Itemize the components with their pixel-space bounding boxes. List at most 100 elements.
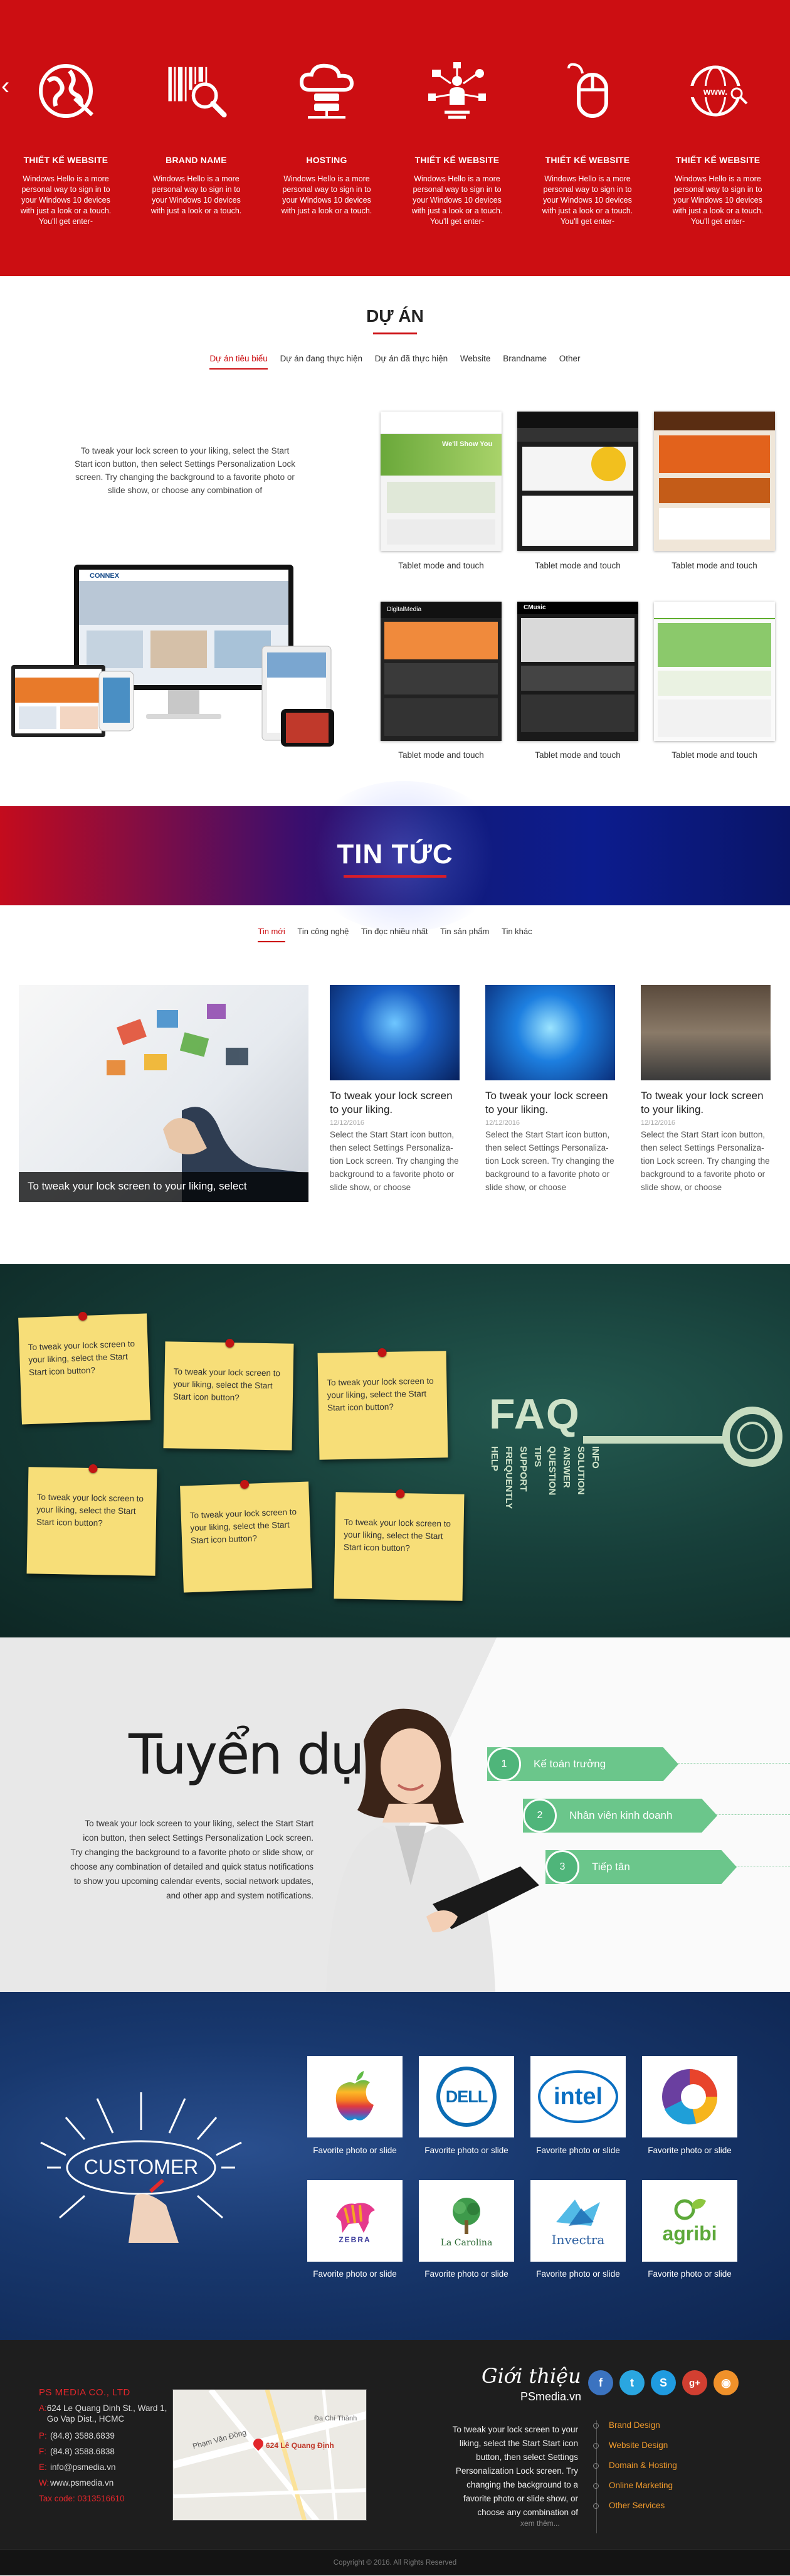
tab-ongoing-projects[interactable]: Dự án đang thực hiện (280, 354, 362, 368)
zebra-logo[interactable]: ZEBRA (307, 2180, 403, 2262)
faq-note[interactable]: To tweak your lock screen to your liking… (163, 1338, 294, 1450)
copyright-text: Copyright © 2016. All Rights Reserved (333, 2559, 457, 2567)
googleplus-icon[interactable]: g+ (682, 2370, 707, 2395)
featured-news-image[interactable]: To tweak your lock screen to your liking… (19, 985, 308, 1202)
project-thumbnail[interactable]: CMusic (517, 602, 638, 741)
invectra-logo[interactable]: Invectra (530, 2180, 626, 2262)
tab-featured-projects[interactable]: Dự án tiêu biểu (209, 354, 268, 370)
dell-wordmark: DELL (436, 2067, 497, 2127)
read-more-link[interactable]: xem thêm... (520, 2519, 560, 2528)
faq-note[interactable]: To tweak your lock screen to your liking… (180, 1479, 312, 1593)
news-card[interactable]: To tweak your lock screen to your liking… (641, 985, 774, 1194)
devices-mockup-image: CONNEX (11, 558, 337, 753)
mouse-icon (556, 60, 619, 122)
twitter-icon[interactable]: t (619, 2370, 645, 2395)
footer-service-link[interactable]: Website Design (593, 2435, 677, 2456)
zebra-wordmark: ZEBRA (339, 2235, 371, 2244)
job-step[interactable]: 1 Kế toán trưởng (487, 1747, 678, 1781)
job-step[interactable]: 2 Nhân viên kinh doanh (523, 1799, 717, 1833)
tab-other[interactable]: Other (559, 354, 581, 368)
service-text: Windows Hello is a more personal way to … (411, 174, 503, 226)
job-step[interactable]: 3 Tiếp tân (545, 1850, 737, 1884)
agribi-logo[interactable]: agribi (642, 2180, 737, 2262)
services-section: ‹ THIẾT KẾ WEBSITE Windows Hello is a mo… (0, 0, 790, 276)
intel-logo[interactable]: intel (530, 2056, 626, 2137)
lacarolina-logo[interactable]: La Carolina (419, 2180, 514, 2262)
footer-service-link[interactable]: Online Marketing (593, 2476, 677, 2496)
news-card[interactable]: To tweak your lock screen to your liking… (485, 985, 618, 1194)
service-text: Windows Hello is a more personal way to … (281, 174, 372, 215)
service-item[interactable]: THIẾT KẾ WEBSITE Windows Hello is a more… (404, 60, 510, 227)
service-item[interactable]: THIẾT KẾ WEBSITE Windows Hello is a more… (13, 60, 119, 227)
faq-note[interactable]: To tweak your lock screen to your liking… (26, 1464, 157, 1576)
www-search-icon: www. (687, 60, 749, 122)
faq-question: To tweak your lock screen to your liking… (189, 1507, 297, 1546)
thumb-headline: CMusic (517, 602, 638, 614)
apple-logo[interactable] (307, 2056, 403, 2137)
news-title[interactable]: To tweak your lock screen to your liking… (641, 1089, 774, 1117)
service-item[interactable]: www. THIẾT KẾ WEBSITE Windows Hello is a… (665, 60, 771, 227)
pin-icon (240, 1479, 249, 1489)
project-thumbnail[interactable] (517, 412, 638, 551)
fax-value: (84.8) 3588.6838 (50, 2447, 115, 2456)
tab-brandname[interactable]: Brandname (503, 354, 547, 368)
barcode-search-icon (165, 60, 228, 122)
footer-service-link[interactable]: Brand Design (593, 2415, 677, 2435)
service-item[interactable]: HOSTING Windows Hello is a more personal… (273, 60, 380, 216)
job-title: Kế toán trưởng (534, 1758, 606, 1770)
faq-note[interactable]: To tweak your lock screen to your liking… (317, 1348, 448, 1460)
prev-arrow[interactable]: ‹ (1, 72, 9, 100)
rss-icon[interactable]: ◉ (714, 2370, 739, 2395)
job-title: Nhân viên kinh doanh (569, 1809, 673, 1821)
dell-logo[interactable]: DELL (419, 2056, 514, 2137)
news-banner: TIN TỨC (0, 781, 790, 932)
map-pin-label: 624 Lê Quang Định (266, 2441, 334, 2450)
skype-icon[interactable]: S (651, 2370, 676, 2395)
tab-other-news[interactable]: Tin khác (502, 927, 532, 941)
intel-wordmark: intel (538, 2070, 618, 2123)
featured-news-caption[interactable]: To tweak your lock screen to your liking… (19, 1172, 308, 1202)
tab-product-news[interactable]: Tin sản phẩm (440, 927, 489, 941)
footer-service-link[interactable]: Domain & Hosting (593, 2456, 677, 2476)
footer: PS MEDIA CO., LTD A: 624 Le Quang Dinh St… (0, 2340, 790, 2575)
service-item[interactable]: THIẾT KẾ WEBSITE Windows Hello is a more… (534, 60, 641, 227)
news-image (641, 985, 771, 1080)
project-caption: Tablet mode and touch (672, 750, 757, 760)
news-title[interactable]: To tweak your lock screen to your liking… (485, 1089, 618, 1117)
customer-label: CUSTOMER (84, 2156, 199, 2178)
web-label: W: (39, 2478, 50, 2488)
network-person-icon (426, 60, 488, 122)
news-image (330, 985, 460, 1080)
project-thumbnail[interactable] (654, 412, 775, 551)
project-thumbnail[interactable] (654, 602, 775, 741)
service-title: HOSTING (306, 155, 347, 165)
pin-icon (395, 1489, 405, 1499)
service-item[interactable]: BRAND NAME Windows Hello is a more perso… (143, 60, 250, 216)
tab-tech-news[interactable]: Tin công nghệ (297, 927, 349, 941)
website-link[interactable]: www.psmedia.vn (50, 2478, 113, 2488)
tab-most-read[interactable]: Tin đọc nhiều nhất (361, 927, 428, 941)
news-date: 12/12/2016 (641, 1119, 676, 1127)
faq-note[interactable]: To tweak your lock screen to your liking… (18, 1311, 150, 1425)
project-thumbnail[interactable]: We'll Show You (381, 412, 502, 551)
news-title[interactable]: To tweak your lock screen to your liking… (330, 1089, 463, 1117)
circle-brand-logo[interactable] (642, 2056, 737, 2137)
key-word: TIPS (532, 1446, 543, 1467)
address-value: 624 Le Quang Dinh St., Ward 1, Go Vap Di… (46, 2403, 167, 2424)
service-title: THIẾT KẾ WEBSITE (414, 155, 500, 165)
partners-section: CUSTOMER DELL intel ZEBRA La Carolina In… (0, 1992, 790, 2340)
email-link[interactable]: info@psmedia.vn (50, 2462, 116, 2472)
tab-website[interactable]: Website (460, 354, 491, 368)
banner-underline (344, 875, 446, 878)
service-title: BRAND NAME (166, 155, 227, 165)
facebook-icon[interactable]: f (588, 2370, 613, 2395)
project-thumbnail[interactable]: DigitalMedia (381, 602, 502, 741)
footer-service-link[interactable]: Other Services (593, 2496, 677, 2516)
logo-caption: Favorite photo or slide (648, 2269, 732, 2279)
faq-note[interactable]: To tweak your lock screen to your liking… (334, 1489, 465, 1601)
pin-icon (224, 1338, 234, 1348)
location-map[interactable]: Phạm Văn Đồng Đa Chí Thành 624 Lê Quang … (172, 2389, 367, 2521)
news-card[interactable]: To tweak your lock screen to your liking… (330, 985, 463, 1194)
tab-completed-projects[interactable]: Dự án đã thực hiện (375, 354, 448, 368)
tab-latest-news[interactable]: Tin mới (258, 927, 285, 942)
